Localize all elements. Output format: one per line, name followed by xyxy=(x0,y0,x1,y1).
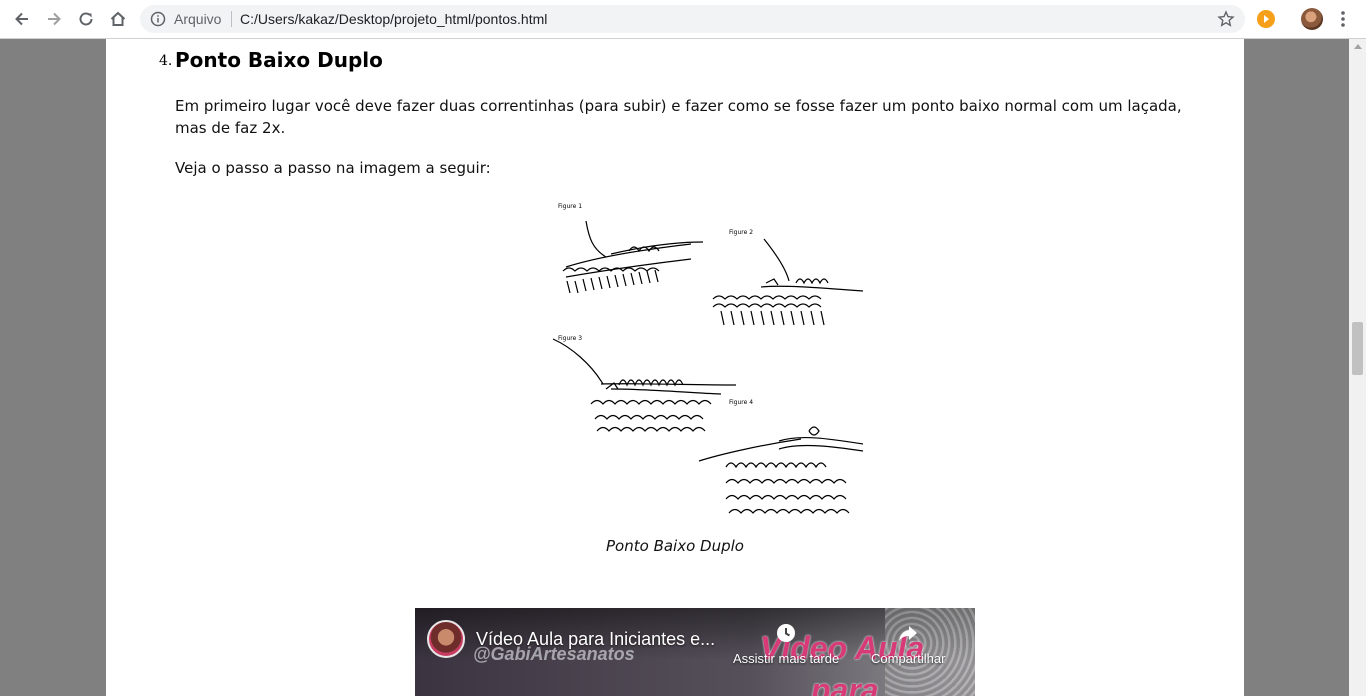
address-bar[interactable]: Arquivo C:/Users/kakaz/Desktop/projeto_h… xyxy=(140,5,1245,33)
content-page: 4. Ponto Baixo Duplo Em primeiro lugar v… xyxy=(106,39,1244,696)
extension-play-icon[interactable] xyxy=(1257,10,1275,28)
address-divider xyxy=(231,11,232,27)
page-viewport: 4. Ponto Baixo Duplo Em primeiro lugar v… xyxy=(0,39,1366,696)
file-scheme-label: Arquivo xyxy=(174,11,222,27)
watch-later-label: Assistir mais tarde xyxy=(733,651,840,666)
url-text[interactable]: C:/Users/kakaz/Desktop/projeto_html/pont… xyxy=(240,11,547,27)
back-button[interactable] xyxy=(10,8,34,30)
step-intro-paragraph: Veja o passo a passo na imagem a seguir: xyxy=(175,159,491,177)
home-button[interactable] xyxy=(106,8,130,30)
figure-label-4: Figure 4 xyxy=(729,399,753,406)
instruction-paragraph: Em primeiro lugar você deve fazer duas c… xyxy=(175,97,1182,137)
figure-label-3: Figure 3 xyxy=(558,335,582,342)
figure-3-drawing xyxy=(552,338,737,432)
figure-4-drawing xyxy=(698,426,864,514)
forward-button[interactable] xyxy=(42,8,66,30)
section-heading: Ponto Baixo Duplo xyxy=(175,48,383,72)
list-number: 4. xyxy=(159,53,173,69)
figure-2-drawing xyxy=(712,238,864,326)
browser-toolbar: Arquivo C:/Users/kakaz/Desktop/projeto_h… xyxy=(0,0,1366,39)
arrow-left-icon xyxy=(15,12,28,26)
figure-label-2: Figure 2 xyxy=(729,229,753,236)
figure-caption: Ponto Baixo Duplo xyxy=(606,537,744,555)
clock-icon xyxy=(777,624,796,642)
bookmark-star-icon[interactable] xyxy=(1217,10,1235,28)
share-label: Compartilhar xyxy=(871,651,946,666)
watch-later-button[interactable]: Assistir mais tarde xyxy=(733,622,839,666)
profile-avatar[interactable] xyxy=(1301,8,1323,30)
scroll-up-arrow-icon[interactable] xyxy=(1354,44,1362,49)
figure-label-1: Figure 1 xyxy=(558,203,582,210)
share-button[interactable]: Compartilhar xyxy=(871,622,945,666)
video-title[interactable]: Vídeo Aula para Iniciantes e... xyxy=(476,629,715,650)
youtube-embed[interactable]: Vídeo Aula para @GabiArtesanatos Vídeo A… xyxy=(415,608,975,696)
crochet-diagram-image: Figure 1 Figure 2 Figure 3 Figure 4 xyxy=(552,203,864,514)
reload-icon xyxy=(79,12,93,26)
menu-dots-icon[interactable] xyxy=(1336,9,1350,29)
reload-button[interactable] xyxy=(74,8,98,30)
home-icon xyxy=(110,11,126,26)
scroll-thumb[interactable] xyxy=(1352,322,1363,375)
vertical-scrollbar[interactable] xyxy=(1349,39,1366,696)
info-icon[interactable] xyxy=(150,11,166,27)
video-overlay-text-2: para xyxy=(811,672,879,696)
figure-1-drawing xyxy=(562,220,704,294)
play-icon xyxy=(1264,15,1269,23)
arrow-right-icon xyxy=(48,12,61,26)
share-icon xyxy=(899,626,918,641)
channel-avatar[interactable] xyxy=(427,620,465,658)
